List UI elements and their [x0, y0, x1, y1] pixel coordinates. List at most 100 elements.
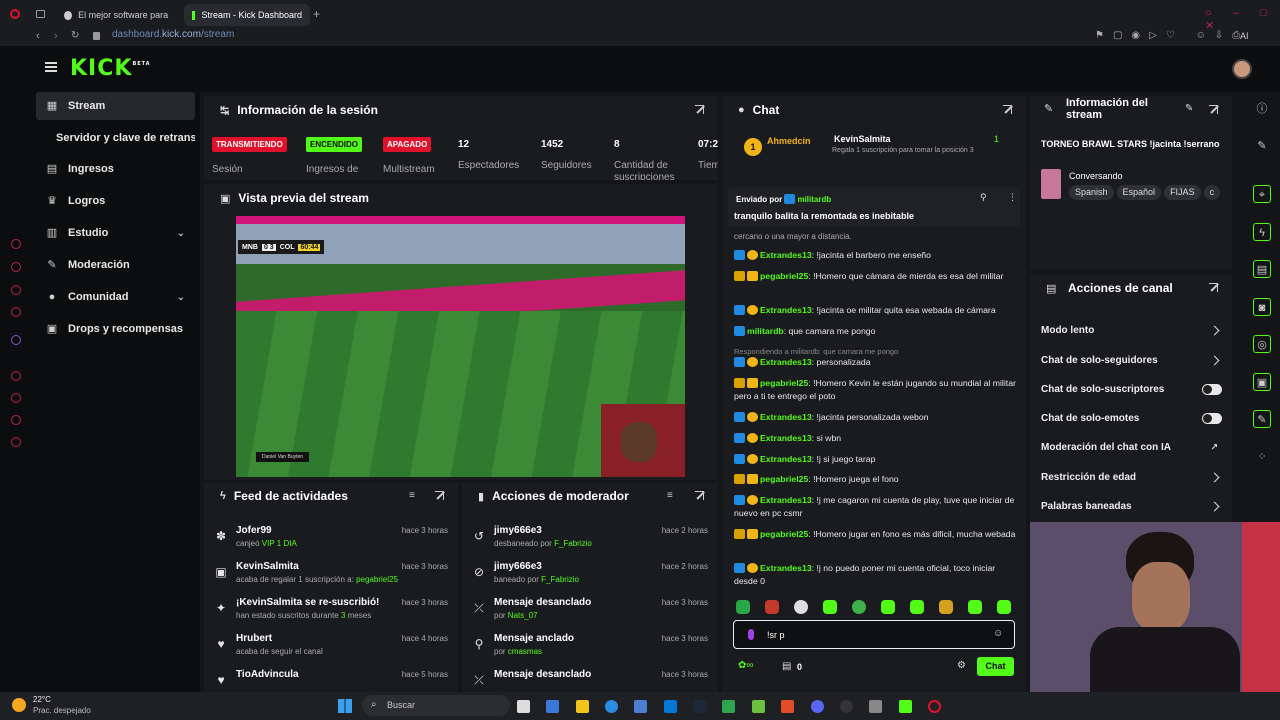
emotes-only-toggle[interactable] — [1202, 412, 1222, 424]
forward-icon[interactable]: › — [54, 30, 58, 42]
more-icon[interactable]: ⋮ — [1008, 192, 1017, 203]
expand-icon[interactable] — [1003, 105, 1012, 114]
sidebar-item-stream[interactable]: ▦ Stream — [36, 92, 195, 120]
toolbar-icons[interactable]: ⚑▢◉▷♡ ☺⇩⎙ — [1095, 30, 1249, 41]
edit-icon[interactable]: ✎ — [1185, 103, 1193, 114]
tag[interactable]: Spanish — [1069, 185, 1114, 200]
emote-icon[interactable] — [968, 600, 982, 614]
ai-button[interactable]: AI — [1240, 31, 1249, 41]
emote-icon[interactable] — [997, 600, 1011, 614]
channel-action-slow-mode[interactable]: Modo lento — [1041, 321, 1226, 339]
broadcast-icon[interactable]: ◎ — [1253, 335, 1271, 353]
chat-user[interactable]: pegabriel25 — [760, 529, 808, 539]
pin-icon[interactable]: ⚲ — [980, 192, 987, 203]
emote-icon[interactable] — [910, 600, 924, 614]
new-tab-icon[interactable]: + — [313, 7, 320, 21]
channel-action-ai-moderation[interactable]: Moderación del chat con IA ↗ — [1041, 438, 1226, 456]
emote-icon[interactable] — [794, 600, 808, 614]
emote-icon[interactable] — [765, 600, 779, 614]
tag[interactable]: c — [1203, 185, 1221, 200]
expand-icon[interactable] — [435, 491, 444, 500]
edge-icon[interactable] — [605, 700, 618, 713]
send-chat-button[interactable]: Chat — [977, 657, 1014, 676]
loyalty-icon[interactable]: ✿∞ — [738, 660, 754, 671]
info-icon[interactable]: ⓘ — [1253, 100, 1271, 118]
tag[interactable]: FIJAS — [1164, 185, 1201, 200]
community-icon[interactable]: ⁘ — [1253, 448, 1271, 466]
channel-action-followers-only[interactable]: Chat de solo-seguidores — [1041, 351, 1226, 369]
back-icon[interactable]: ‹ — [36, 30, 40, 42]
chat-user[interactable]: Extrandes13 — [760, 563, 812, 573]
chat-user[interactable]: Extrandes13 — [760, 412, 812, 422]
chat-user[interactable]: Extrandes13 — [760, 433, 812, 443]
taskbar-search[interactable]: ⌕ Buscar — [362, 695, 510, 716]
emoji-icon[interactable]: ☺ — [993, 628, 1003, 639]
taskview-icon[interactable] — [517, 700, 530, 713]
chat-user[interactable]: pegabriel25 — [760, 378, 808, 388]
tag[interactable]: Español — [1116, 185, 1162, 200]
discord-icon[interactable] — [811, 700, 824, 713]
list-icon[interactable]: ▤ — [1253, 260, 1271, 278]
expand-icon[interactable] — [695, 105, 704, 114]
folder-icon[interactable] — [576, 700, 589, 713]
sidebar-item-server-key[interactable]: Servidor y clave de retransmisión — [36, 124, 195, 152]
settings-icon[interactable] — [869, 700, 882, 713]
chat-user[interactable]: Extrandes13 — [760, 454, 812, 464]
store-icon[interactable]: ▤ — [782, 661, 791, 672]
kick-app-icon[interactable] — [899, 700, 912, 713]
reload-icon[interactable]: ↻ — [71, 30, 79, 41]
chat-user[interactable]: Extrandes13 — [760, 250, 812, 260]
sidebar-item-logros[interactable]: ♛ Logros — [36, 187, 195, 215]
emote-icon[interactable] — [939, 600, 953, 614]
chat-user[interactable]: pegabriel25 — [760, 474, 808, 484]
wrench-icon[interactable]: ✎ — [1253, 410, 1271, 428]
app-icon[interactable] — [546, 700, 559, 713]
stream-video[interactable]: MNB 0 3 COL 60:44 Daniel Van Buyten — [236, 216, 685, 477]
url-field[interactable]: dashboard.kick.com/stream — [112, 29, 234, 40]
app-icon[interactable] — [634, 700, 647, 713]
sidebar-item-estudio[interactable]: ▥ Estudio ⌄ — [36, 219, 195, 247]
emote-icon[interactable] — [852, 600, 866, 614]
channel-action-banned-words[interactable]: Palabras baneadas — [1041, 497, 1226, 515]
start-icon[interactable] — [338, 699, 352, 713]
opera-side-icons[interactable] — [0, 235, 30, 695]
sidebar-item-drops[interactable]: ▣ Drops y recompensas — [36, 315, 195, 343]
browser-tab-1[interactable]: El mejor software para pu — [56, 4, 178, 26]
chat-user[interactable]: Extrandes13 — [760, 357, 812, 367]
pinned-message[interactable]: Enviado por militardb tranquilo balita l… — [728, 187, 1020, 227]
card-icon[interactable]: ▣ — [1253, 373, 1271, 391]
chat-user[interactable]: Extrandes13 — [760, 495, 812, 505]
chat-input[interactable]: !sr p — [767, 630, 785, 640]
chat-user[interactable]: pegabriel25 — [760, 271, 808, 281]
chat-user[interactable]: militardb — [747, 326, 784, 336]
emote-icon[interactable] — [736, 600, 750, 614]
emote-icon[interactable] — [881, 600, 895, 614]
chat-input-box[interactable]: !sr p ☺ — [733, 620, 1015, 649]
app-icon[interactable] — [664, 700, 677, 713]
opera-logo-icon[interactable] — [10, 9, 20, 19]
menu-icon[interactable] — [45, 62, 57, 72]
target-icon[interactable]: ⌖ — [1253, 185, 1271, 203]
sidebar-item-moderacion[interactable]: ✎ Moderación — [36, 251, 195, 279]
app-icon[interactable] — [752, 700, 765, 713]
opera-icon[interactable] — [928, 700, 941, 713]
chat-user[interactable]: Extrandes13 — [760, 305, 812, 315]
tab-overview-icon[interactable] — [36, 10, 45, 18]
sidebar-item-comunidad[interactable]: ● Comunidad ⌄ — [36, 283, 195, 311]
emote-icon[interactable] — [823, 600, 837, 614]
chat-icon[interactable]: ◙ — [1253, 298, 1271, 316]
expand-icon[interactable] — [1209, 105, 1218, 114]
avatar[interactable] — [1232, 59, 1252, 79]
expand-icon[interactable] — [1209, 283, 1218, 292]
steam-icon[interactable] — [693, 700, 706, 713]
settings-icon[interactable]: ⚙ — [957, 660, 966, 671]
expand-icon[interactable] — [695, 491, 704, 500]
browser-tab-2[interactable]: Stream - Kick Dashboard — [184, 4, 310, 26]
app-icon[interactable] — [781, 700, 794, 713]
obs-icon[interactable] — [840, 700, 853, 713]
sidebar-item-ingresos[interactable]: ▤ Ingresos — [36, 155, 195, 183]
microphone-icon[interactable] — [748, 629, 754, 640]
kick-logo[interactable]: KICKBETA — [70, 56, 151, 81]
app-icon[interactable] — [722, 700, 735, 713]
channel-action-age-restriction[interactable]: Restricción de edad — [1041, 468, 1226, 486]
